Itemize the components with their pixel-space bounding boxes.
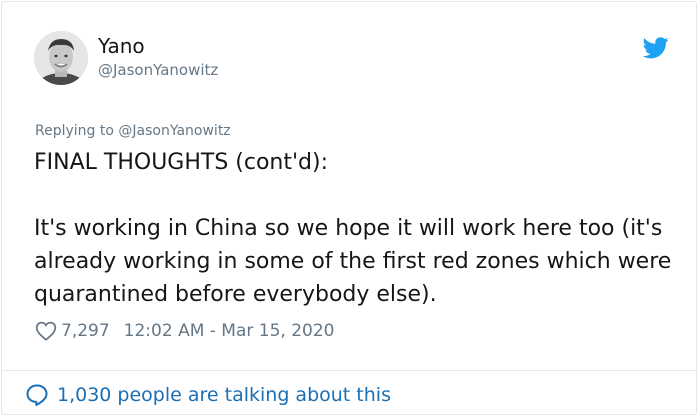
- author-handle[interactable]: @JasonYanowitz: [98, 60, 218, 80]
- reply-context-prefix: Replying to: [35, 123, 119, 139]
- divider: [2, 370, 696, 371]
- tweet-text-line: FINAL THOUGHTS (cont'd):: [34, 150, 329, 175]
- speech-bubble-icon: [26, 384, 48, 406]
- like-count[interactable]: 7,297: [61, 320, 110, 342]
- tweet-meta: 7,297 12:02 AM - Mar 15, 2020: [35, 320, 335, 342]
- tweet-card: Yano @JasonYanowitz Replying to @JasonYa…: [1, 1, 697, 415]
- reply-mention-link[interactable]: @JasonYanowitz: [118, 123, 230, 139]
- user-avatar-photo: [34, 31, 88, 85]
- tweet-text: FINAL THOUGHTS (cont'd): It's working in…: [34, 146, 674, 311]
- conversation-link[interactable]: 1,030 people are talking about this: [25, 383, 391, 407]
- tweet-text-line: It's working in China so we hope it will…: [34, 216, 672, 307]
- twitter-bird-icon[interactable]: [643, 37, 669, 59]
- heart-icon[interactable]: [35, 321, 57, 341]
- author-display-name[interactable]: Yano: [98, 34, 145, 58]
- tweet-timestamp[interactable]: 12:02 AM - Mar 15, 2020: [124, 320, 335, 342]
- reply-context: Replying to @JasonYanowitz: [35, 122, 231, 140]
- avatar[interactable]: [34, 31, 88, 85]
- conversation-link-label: 1,030 people are talking about this: [57, 384, 391, 406]
